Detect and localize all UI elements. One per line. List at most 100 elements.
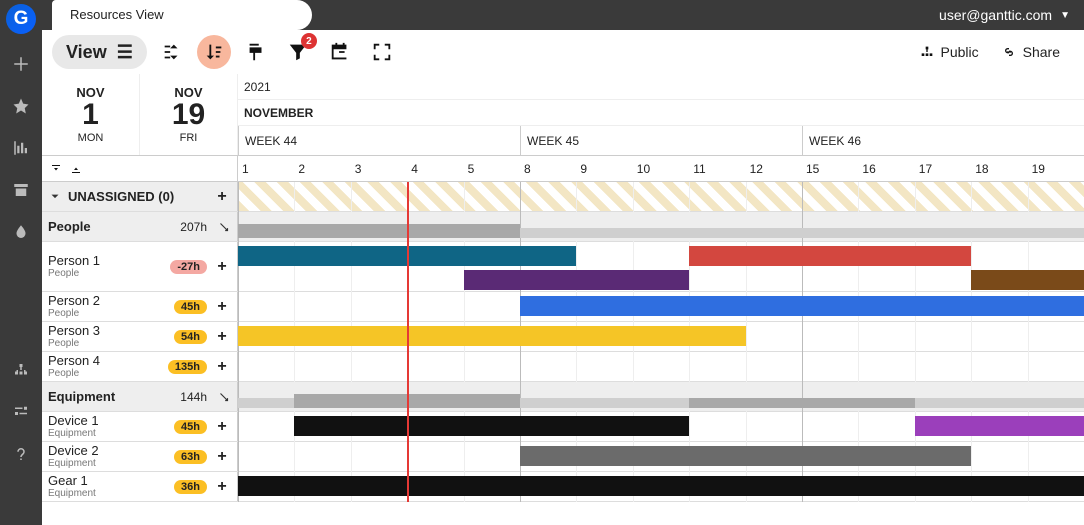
timeline-cell[interactable] — [238, 412, 1084, 441]
add-task-button[interactable]: + — [213, 448, 231, 466]
task-bar[interactable] — [689, 246, 971, 266]
date-range[interactable]: NOV 1 MON NOV 19 FRI — [42, 74, 238, 155]
toolbar: View ☰ 2 Public Share — [42, 30, 1084, 74]
task-bar[interactable] — [238, 246, 576, 266]
star-icon[interactable] — [7, 92, 35, 120]
help-icon[interactable] — [7, 440, 35, 468]
add-task-button[interactable]: + — [213, 188, 231, 206]
logo-icon[interactable]: G — [6, 4, 36, 34]
days-ruler: 12345891011121516171819 — [238, 156, 1084, 181]
sort-icon[interactable] — [197, 35, 231, 69]
filter-badge: 2 — [301, 33, 317, 49]
day-cell: 8 — [520, 156, 576, 182]
chart-icon[interactable] — [7, 134, 35, 162]
task-bar[interactable] — [464, 270, 690, 290]
public-label: Public — [941, 44, 979, 60]
resource-name[interactable]: Person 3People — [48, 324, 168, 349]
utilization-bar — [915, 398, 1084, 408]
indent-icon[interactable] — [155, 35, 189, 69]
task-bar[interactable] — [238, 476, 1084, 496]
view-button[interactable]: View ☰ — [52, 35, 147, 69]
end-date[interactable]: NOV 19 FRI — [140, 74, 238, 155]
collapse-icon[interactable] — [217, 220, 231, 234]
utilization-bar — [238, 224, 520, 238]
timeline-cell[interactable] — [238, 472, 1084, 501]
resource-icon[interactable] — [7, 356, 35, 384]
add-task-button[interactable]: + — [213, 258, 231, 276]
public-icon — [919, 44, 935, 60]
resource-name[interactable]: Device 2Equipment — [48, 444, 168, 469]
timeline-cell[interactable] — [238, 352, 1084, 381]
weeks-row: WEEK 44WEEK 45WEEK 46 — [238, 126, 1084, 155]
expand-all-icon[interactable] — [70, 163, 82, 175]
unassigned-row: UNASSIGNED (0) + — [42, 182, 1084, 212]
row-label: Person 3People 54h + — [42, 322, 238, 351]
task-bar[interactable] — [915, 416, 1084, 436]
user-menu[interactable]: user@ganttic.com ▼ — [939, 7, 1070, 23]
day-cell: 11 — [689, 156, 745, 182]
drop-icon[interactable] — [7, 218, 35, 246]
menu-icon: ☰ — [117, 42, 133, 63]
task-bar[interactable] — [238, 326, 746, 346]
add-task-button[interactable]: + — [213, 418, 231, 436]
row-label: Device 1Equipment 45h + — [42, 412, 238, 441]
date-header: NOV 1 MON NOV 19 FRI 2021 NOVEMBER WEEK … — [42, 74, 1084, 156]
group-name: Equipment — [48, 389, 115, 404]
group-hours: 144h — [180, 390, 207, 404]
calendar-icon[interactable] — [323, 35, 357, 69]
timeline-cell[interactable] — [238, 322, 1084, 351]
group-name: UNASSIGNED (0) — [68, 189, 207, 204]
day-cell: 9 — [576, 156, 632, 182]
archive-icon[interactable] — [7, 176, 35, 204]
timeline-cell[interactable] — [238, 442, 1084, 471]
view-tab[interactable]: Resources View — [52, 0, 312, 30]
timeline-cell[interactable] — [238, 212, 1084, 241]
timeline-cell[interactable] — [238, 242, 1084, 291]
add-icon[interactable] — [7, 50, 35, 78]
week-label: WEEK 44 — [238, 126, 520, 156]
group-hours: 207h — [180, 220, 207, 234]
resource-name[interactable]: Person 4People — [48, 354, 162, 379]
resource-name[interactable]: Device 1Equipment — [48, 414, 168, 439]
user-email: user@ganttic.com — [939, 7, 1052, 23]
group-name: People — [48, 219, 91, 234]
resource-name[interactable]: Gear 1Equipment — [48, 474, 168, 499]
settings-icon[interactable] — [7, 398, 35, 426]
task-bar[interactable] — [971, 270, 1084, 290]
row-label: Device 2Equipment63h+ — [42, 442, 238, 471]
row-label: People 207h — [42, 212, 238, 241]
timeline-cell[interactable] — [238, 292, 1084, 321]
hours-badge: 45h — [174, 420, 207, 434]
task-bar[interactable] — [520, 446, 971, 466]
add-task-button[interactable]: + — [213, 478, 231, 496]
expand-icon[interactable] — [48, 190, 62, 204]
collapse-icon[interactable] — [217, 390, 231, 404]
add-task-button[interactable]: + — [213, 298, 231, 316]
task-bar[interactable] — [294, 416, 689, 436]
fullscreen-icon[interactable] — [365, 35, 399, 69]
resource-name[interactable]: Person 2People — [48, 294, 168, 319]
add-task-button[interactable]: + — [213, 328, 231, 346]
group-row: People 207h — [42, 212, 1084, 242]
task-bar[interactable] — [520, 296, 1084, 316]
timeline-cell[interactable] — [238, 182, 1084, 211]
utilization-bar — [238, 398, 294, 408]
start-date[interactable]: NOV 1 MON — [42, 74, 140, 155]
day-cell: 5 — [464, 156, 520, 182]
timeline-cell[interactable] — [238, 382, 1084, 411]
topbar: Resources View user@ganttic.com ▼ — [0, 0, 1084, 30]
row-label: Person 2People45h+ — [42, 292, 238, 321]
utilization-bar — [689, 398, 915, 408]
share-button[interactable]: Share — [1001, 44, 1060, 60]
add-task-button[interactable]: + — [213, 358, 231, 376]
filter-icon[interactable]: 2 — [281, 35, 315, 69]
public-button[interactable]: Public — [919, 44, 979, 60]
paint-icon[interactable] — [239, 35, 273, 69]
day-cell: 2 — [294, 156, 350, 182]
day-cell: 15 — [802, 156, 858, 182]
collapse-controls — [42, 156, 238, 181]
utilization-bar — [520, 398, 689, 408]
hours-badge: 54h — [174, 330, 207, 344]
collapse-all-icon[interactable] — [50, 163, 62, 175]
resource-name[interactable]: Person 1People — [48, 254, 164, 279]
